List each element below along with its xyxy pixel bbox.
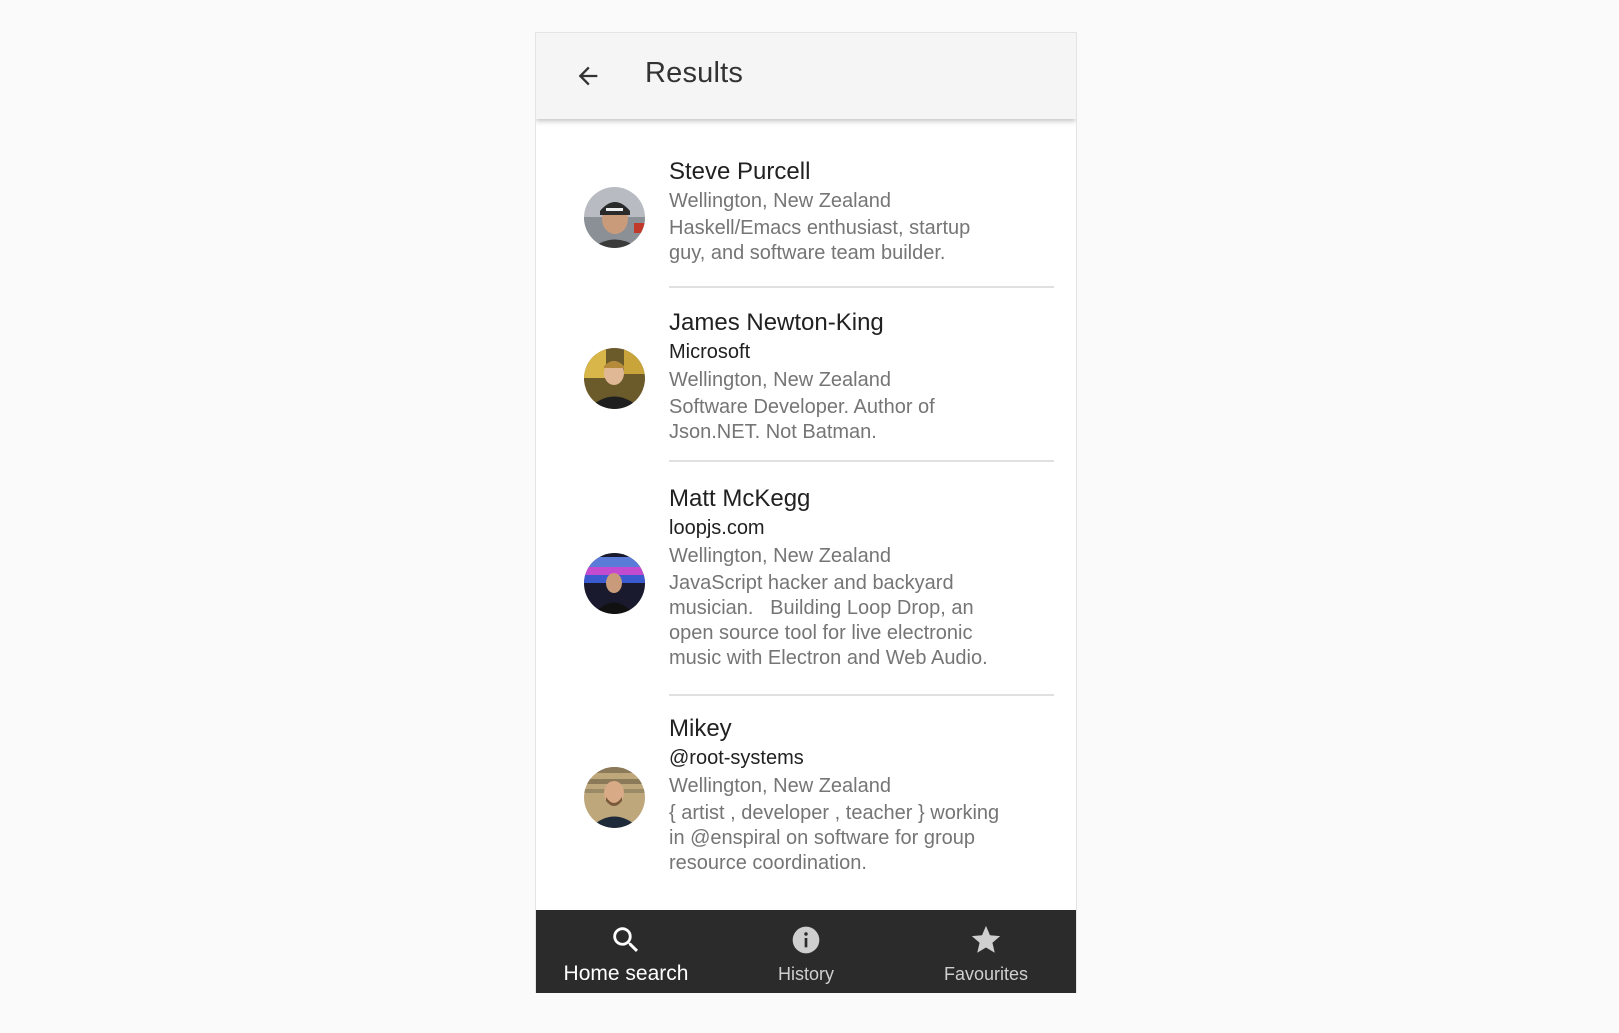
result-location: Wellington, New Zealand [669, 190, 891, 212]
nav-favourites[interactable]: Favourites [896, 910, 1076, 993]
result-name: James Newton-King [669, 309, 884, 336]
divider [669, 694, 1054, 696]
bio-line: resource coordination. [669, 852, 867, 874]
result-bio: JavaScript hacker and backyard musician.… [669, 571, 1029, 671]
avatar [584, 553, 645, 614]
app-window: Results Steve Purcell Wellington, New Ze… [535, 32, 1077, 993]
result-location: Wellington, New Zealand [669, 775, 891, 797]
bio-line: { artist , developer , teacher } working [669, 802, 1000, 824]
result-location: Wellington, New Zealand [669, 369, 891, 391]
result-name: Steve Purcell [669, 158, 811, 185]
search-icon [609, 920, 643, 960]
bio-line: JavaScript hacker and backyard [669, 572, 954, 594]
nav-label: Home search [563, 962, 689, 985]
result-name: Mikey [669, 715, 732, 742]
avatar [584, 767, 645, 828]
result-bio: Haskell/Emacs enthusiast, startup guy, a… [669, 216, 1029, 266]
app-bar: Results [536, 33, 1076, 119]
result-text: James Newton-King Microsoft Wellington, … [669, 308, 1029, 445]
nav-label: History [777, 964, 834, 984]
bottom-navigation: Home search History Favourites [536, 910, 1076, 993]
bio-line: music with Electron and Web Audio. [669, 647, 988, 669]
avatar [584, 348, 645, 409]
nav-home-search[interactable]: Home search [536, 910, 716, 993]
bio-line: musician. Building Loop Drop, an [669, 597, 974, 619]
result-company: Microsoft [669, 341, 751, 363]
info-icon [790, 920, 822, 960]
result-text: Matt McKegg loopjs.com Wellington, New Z… [669, 484, 1029, 671]
list-item[interactable]: James Newton-King Microsoft Wellington, … [536, 289, 1076, 469]
star-icon [969, 920, 1003, 960]
results-list[interactable]: Steve Purcell Wellington, New Zealand Ha… [536, 119, 1076, 942]
nav-history[interactable]: History [716, 910, 896, 993]
divider [669, 286, 1054, 288]
bio-line: Haskell/Emacs enthusiast, startup [669, 217, 971, 239]
bio-line: Software Developer. Author of [669, 396, 935, 418]
result-location: Wellington, New Zealand [669, 545, 891, 567]
result-text: Mikey @root-systems Wellington, New Zeal… [669, 714, 1029, 876]
back-button[interactable] [568, 56, 608, 96]
bio-line: guy, and software team builder. [669, 242, 946, 264]
list-item[interactable]: Matt McKegg loopjs.com Wellington, New Z… [536, 469, 1076, 697]
avatar [584, 187, 645, 248]
divider [669, 460, 1054, 462]
result-company: @root-systems [669, 747, 804, 769]
bio-line: open source tool for live electronic [669, 622, 973, 644]
list-item[interactable]: Steve Purcell Wellington, New Zealand Ha… [536, 119, 1076, 289]
bio-line: in @enspiral on software for group [669, 827, 976, 849]
bio-line: Json.NET. Not Batman. [669, 421, 877, 443]
result-name: Matt McKegg [669, 485, 811, 512]
nav-label: Favourites [943, 964, 1029, 984]
arrow-left-icon [578, 66, 598, 86]
page-title: Results [645, 57, 744, 89]
result-bio: { artist , developer , teacher } working… [669, 801, 1029, 876]
result-text: Steve Purcell Wellington, New Zealand Ha… [669, 157, 1029, 266]
list-item[interactable]: Mikey @root-systems Wellington, New Zeal… [536, 697, 1076, 942]
result-company: loopjs.com [669, 517, 765, 539]
result-bio: Software Developer. Author of Json.NET. … [669, 395, 1029, 445]
